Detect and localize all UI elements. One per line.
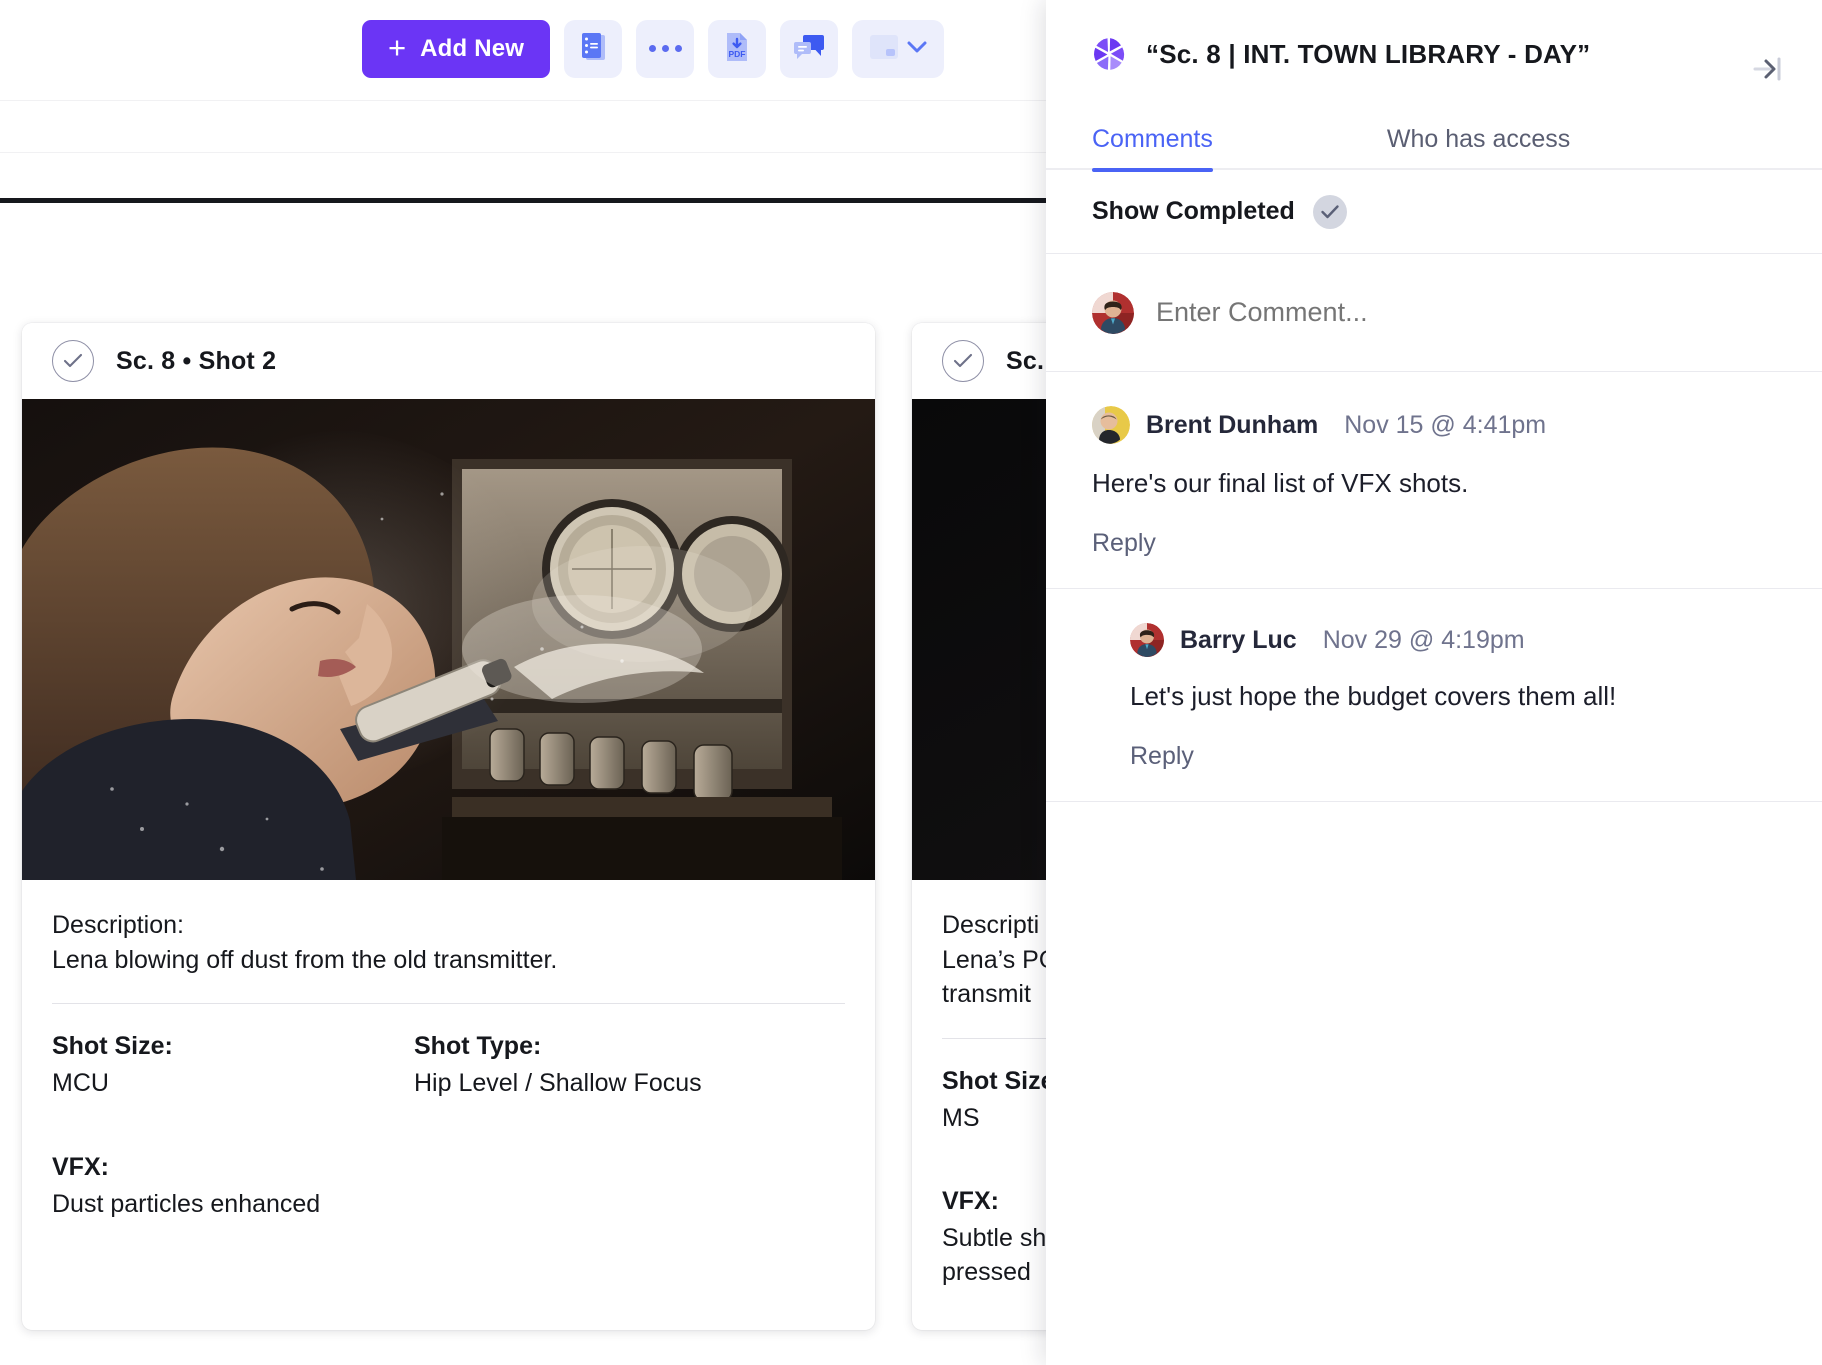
- panel-tabs: Comments Who has access: [1046, 108, 1822, 172]
- layout-view-icon: [869, 34, 899, 63]
- comment-item: Brent Dunham Nov 15 @ 4:41pm Here's our …: [1046, 372, 1822, 590]
- shot-type-value: Hip Level / Shallow Focus: [414, 1069, 702, 1097]
- comment-composer[interactable]: [1046, 254, 1822, 372]
- shot-thumbnail[interactable]: [912, 399, 1046, 880]
- check-icon[interactable]: [1312, 194, 1347, 229]
- collapse-panel-icon[interactable]: [1750, 52, 1786, 86]
- vfx-label: VFX:: [942, 1187, 999, 1216]
- shot-size-value: MS: [942, 1103, 980, 1132]
- main-content-area: + Add New PDF Sc. 8 • Shot 2 Description…: [0, 0, 1046, 1365]
- shot-list-button[interactable]: [564, 19, 623, 78]
- shot-thumbnail[interactable]: [22, 399, 875, 880]
- add-new-button[interactable]: + Add New: [362, 19, 551, 78]
- add-new-label: Add New: [420, 34, 525, 62]
- reply-button[interactable]: Reply: [1092, 529, 1156, 558]
- check-circle-icon[interactable]: [942, 340, 984, 382]
- more-options-icon: [648, 45, 682, 52]
- reply-button[interactable]: Reply: [1130, 742, 1194, 771]
- toolbar-divider-mid: [0, 152, 1046, 153]
- comments-panel-header: “Sc. 8 | INT. TOWN LIBRARY - DAY”: [1046, 0, 1822, 108]
- description-value: Lena blowing off dust from the old trans…: [52, 945, 558, 974]
- avatar: [1092, 406, 1130, 444]
- comment-header: Barry Luc Nov 29 @ 4:19pm: [1130, 623, 1776, 658]
- shot-size-label: Shot Size:: [52, 1032, 173, 1060]
- comment-body: Let's just hope the budget covers them a…: [1130, 681, 1617, 712]
- comment-body: Here's our final list of VFX shots.: [1092, 468, 1469, 498]
- download-pdf-icon: PDF: [723, 31, 751, 66]
- card-divider: [52, 1003, 845, 1004]
- comment-item: Barry Luc Nov 29 @ 4:19pm Let's just hop…: [1046, 589, 1822, 803]
- card-divider: [942, 1037, 1046, 1039]
- download-pdf-button[interactable]: PDF: [708, 19, 767, 78]
- show-completed-toggle[interactable]: Show Completed: [1046, 170, 1822, 254]
- shot-type-label: Shot Type:: [414, 1032, 542, 1060]
- chevron-down-icon: [907, 41, 927, 57]
- shot-card-body: Description: Lena blowing off dust from …: [22, 880, 875, 1222]
- shot-size-label: Shot Size: [942, 1066, 1046, 1095]
- app-root: + Add New PDF Sc. 8 • Shot 2 Description…: [0, 0, 1822, 1365]
- comment-author: Brent Dunham: [1146, 410, 1319, 439]
- avatar: [1130, 623, 1164, 658]
- description-label: Descripti: [942, 911, 1040, 939]
- description-value: Lena’s PO transmit: [942, 945, 1046, 1009]
- avatar: [1092, 291, 1134, 334]
- vfx-value: Dust particles enhanced: [52, 1189, 321, 1218]
- shot-card[interactable]: Sc. 8 • Shot 2 Description: Lena blowing…: [22, 323, 875, 1330]
- comment-timestamp: Nov 29 @ 4:19pm: [1322, 625, 1525, 654]
- toolbar: + Add New PDF: [0, 0, 1046, 97]
- tab-who-has-access[interactable]: Who has access: [1387, 108, 1570, 170]
- shot-card-list: Sc. 8 • Shot 2 Description: Lena blowing…: [0, 323, 1046, 1365]
- comments-panel: “Sc. 8 | INT. TOWN LIBRARY - DAY” Commen…: [1046, 0, 1822, 1365]
- shot-card-body: Descripti Lena’s PO transmit Shot Size M…: [912, 880, 1046, 1290]
- comments-button[interactable]: [780, 19, 839, 78]
- comment-input[interactable]: [1156, 297, 1716, 328]
- toolbar-divider-top: [0, 100, 1046, 101]
- comment-header: Brent Dunham Nov 15 @ 4:41pm: [1092, 406, 1776, 444]
- more-options-button[interactable]: [636, 19, 695, 78]
- plus-icon: +: [388, 30, 407, 65]
- shot-card-title: Sc. 8 • Shot 2: [116, 346, 277, 375]
- description-label: Description:: [52, 911, 184, 939]
- shot-thumbnail-image: [912, 399, 1046, 880]
- shot-meta-grid: Shot Size: MCU Shot Type: Hip Level / Sh…: [52, 1032, 845, 1101]
- shot-card-header: Sc. 8 • Shot 2: [22, 323, 875, 399]
- shot-meta-grid: Shot Size MS: [942, 1067, 1046, 1136]
- section-rule: [0, 198, 1046, 203]
- comment-timestamp: Nov 15 @ 4:41pm: [1344, 410, 1547, 439]
- shot-card[interactable]: Sc. Descripti Lena’s P transmit Shot Siz…: [912, 323, 1046, 1330]
- svg-text:PDF: PDF: [729, 49, 746, 59]
- vfx-label: VFX:: [52, 1152, 109, 1181]
- shot-size-value: MCU: [52, 1069, 109, 1097]
- comments-icon: [793, 32, 825, 65]
- panel-title: “Sc. 8 | INT. TOWN LIBRARY - DAY”: [1146, 38, 1591, 69]
- comment-author: Barry Luc: [1180, 625, 1297, 654]
- shot-card-header: Sc.: [912, 323, 1046, 399]
- check-circle-icon[interactable]: [52, 340, 94, 382]
- shot-card-title: Sc.: [1006, 346, 1045, 375]
- shot-thumbnail-image: [22, 399, 875, 880]
- tab-comments[interactable]: Comments: [1092, 108, 1213, 172]
- shot-list-icon: [578, 31, 608, 66]
- vfx-value: Subtle sh pressed: [942, 1224, 1046, 1286]
- layout-view-button[interactable]: [852, 19, 945, 78]
- aperture-icon: [1092, 36, 1128, 72]
- show-completed-label: Show Completed: [1092, 197, 1295, 225]
